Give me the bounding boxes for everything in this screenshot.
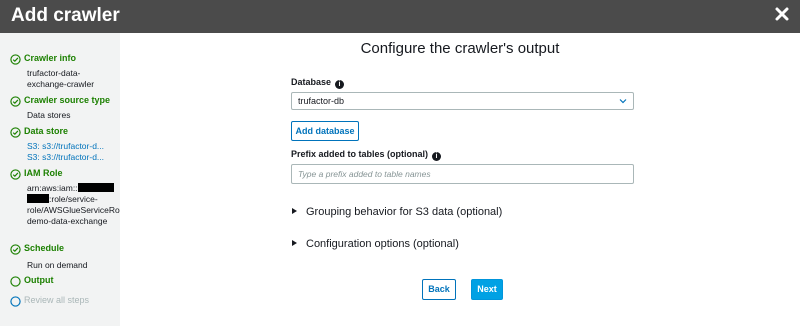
close-icon[interactable]: [774, 6, 790, 22]
prefix-input[interactable]: [291, 164, 634, 184]
step-detail: Run on demand: [27, 260, 88, 270]
step-label: Data store: [24, 126, 69, 136]
step-label: Crawler source type: [24, 95, 111, 105]
grouping-behavior-label: Grouping behavior for S3 data (optional): [306, 206, 503, 218]
circle-icon: [10, 276, 21, 287]
step-detail: trufactor-data-exchange-crawler: [27, 68, 95, 89]
redacted-block: [77, 183, 114, 192]
page-title: Configure the crawler's output: [360, 40, 560, 57]
data-store-link[interactable]: S3: s3://trufactor-d...: [27, 152, 119, 163]
info-icon[interactable]: i: [432, 152, 442, 161]
step-label: Schedule: [24, 243, 65, 253]
check-circle-icon: [10, 169, 21, 180]
back-button[interactable]: Back: [422, 279, 456, 300]
step-label: Crawler info: [24, 53, 77, 63]
caret-right-icon: [292, 240, 297, 246]
step-label: IAM Role: [24, 168, 63, 178]
caret-right-icon: [292, 208, 297, 214]
next-button[interactable]: Next: [471, 279, 503, 300]
database-select[interactable]: trufactor-db: [291, 92, 634, 110]
iam-role-prefix: arn:aws:iam::: [27, 183, 78, 193]
grouping-behavior-expander[interactable]: Grouping behavior for S3 data (optional): [292, 206, 502, 218]
chevron-down-icon: [619, 99, 627, 104]
configuration-options-label: Configuration options (optional): [306, 238, 459, 250]
check-circle-icon: [10, 54, 21, 65]
iam-role-detail: arn:aws:iam:: :role/service-role/AWSGlue…: [27, 183, 129, 227]
step-label: Output: [24, 275, 54, 285]
database-label: Database i: [291, 77, 345, 89]
main-panel: Configure the crawler's output Database i…: [120, 33, 800, 326]
database-select-value: trufactor-db: [298, 96, 345, 106]
circle-icon: [10, 296, 21, 307]
step-label: Review all steps: [24, 295, 90, 305]
modal-title: Add crawler: [11, 5, 120, 26]
add-database-button[interactable]: Add database: [291, 121, 359, 141]
info-icon[interactable]: i: [335, 80, 345, 89]
check-circle-icon: [10, 244, 21, 255]
step-detail: Data stores: [27, 110, 71, 120]
configuration-options-expander[interactable]: Configuration options (optional): [292, 238, 459, 250]
check-circle-icon: [10, 127, 21, 138]
modal-header: Add crawler: [0, 0, 800, 33]
prefix-label-text: Prefix added to tables (optional): [291, 149, 429, 159]
check-circle-icon: [10, 96, 21, 107]
database-label-text: Database: [291, 77, 332, 87]
data-store-link[interactable]: S3: s3://trufactor-d...: [27, 141, 119, 152]
redacted-block: [27, 194, 49, 203]
prefix-label: Prefix added to tables (optional) i: [291, 149, 442, 161]
wizard-steps-sidebar: Crawler info trufactor-data-exchange-cra…: [0, 33, 129, 326]
